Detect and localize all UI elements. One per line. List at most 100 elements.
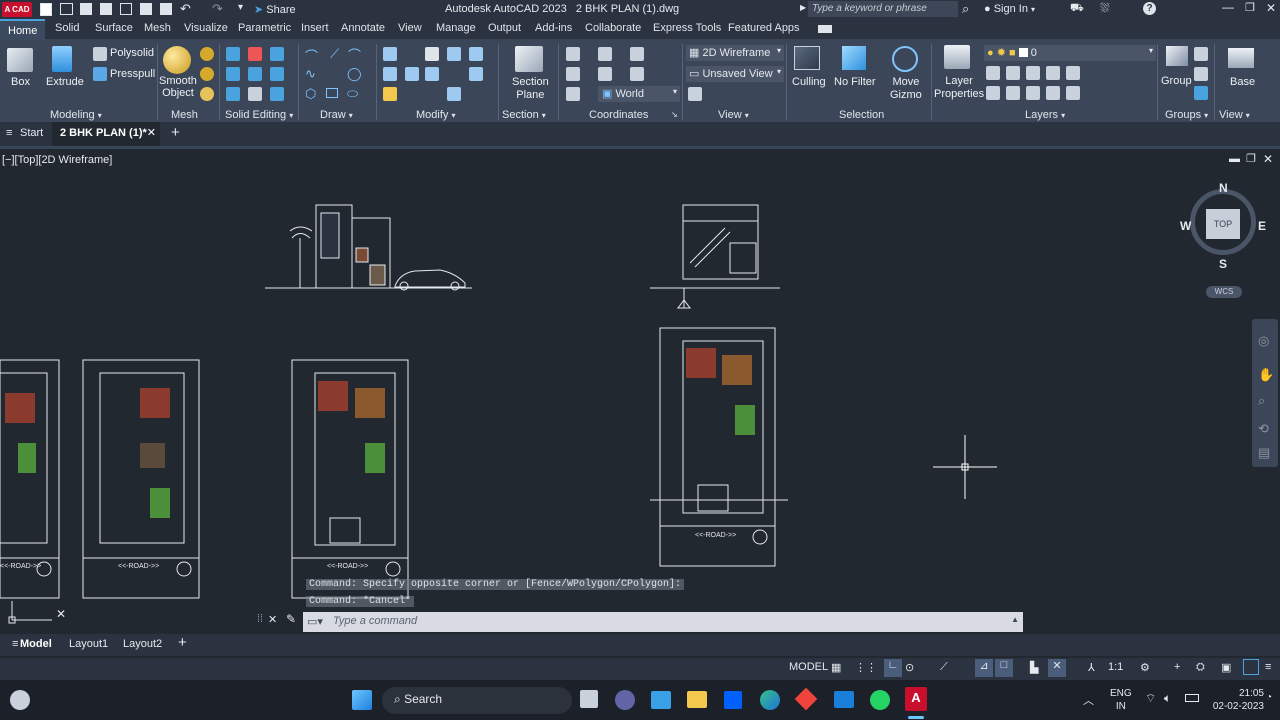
panel-selection[interactable]: Selection [839,109,884,121]
new-tab-icon[interactable]: + [171,124,180,141]
panel-coordinates[interactable]: Coordinates [589,109,648,121]
lineweight-icon[interactable]: ▙ [1030,661,1038,674]
plus-icon[interactable]: + [1174,661,1180,673]
panel-mesh[interactable]: Mesh [171,109,198,121]
tab-featured-apps[interactable]: Featured Apps [728,22,800,34]
ucs-3point-icon[interactable] [566,87,580,101]
panel-modeling[interactable]: Modeling ▾ [50,109,102,121]
open-icon[interactable] [60,3,73,15]
whatsapp-icon[interactable] [870,690,890,710]
tab-add-ins[interactable]: Add-ins [535,22,572,34]
panel-launcher-icon[interactable]: ↘ [671,110,678,119]
box-button[interactable]: Box [11,76,30,88]
tab-collaborate[interactable]: Collaborate [585,22,641,34]
group-select-icon[interactable] [1194,86,1208,100]
restore-icon[interactable]: ❐ [1245,1,1255,14]
menu-icon[interactable]: ≡ [6,127,12,139]
layer-tool-3-icon[interactable] [1026,66,1040,80]
hardware-accel-icon[interactable]: ▣ [1221,661,1231,674]
annotation-scale-value[interactable]: 1:1 [1108,661,1123,673]
viewport-config-icon[interactable] [688,87,702,101]
minimize-icon[interactable]: — [1222,0,1234,14]
workspace-gear-icon[interactable]: ⚙ [1140,661,1150,674]
rotate-icon[interactable] [405,67,419,81]
mail-icon[interactable] [834,691,854,708]
customize-menu-icon[interactable]: ≡ [1265,661,1271,673]
line-icon[interactable]: ⌒ [305,46,318,65]
layer-tool-7-icon[interactable] [1006,86,1020,100]
sign-in-button[interactable]: ● Sign In ▾ [984,3,1035,15]
annotation-scale-icon[interactable]: ⅄ [1088,661,1095,674]
ucs-dropdown[interactable]: ▣ World ▾ [598,86,680,102]
close-tab-icon[interactable]: ✕ [147,126,156,139]
ortho-icon[interactable]: ∟ [884,659,902,677]
panel-layers[interactable]: Layers ▾ [1025,109,1065,121]
panel-view-2[interactable]: View ▾ [1219,109,1250,121]
array-icon[interactable] [383,67,397,81]
tab-view[interactable]: View [398,22,422,34]
group-button[interactable]: Group [1161,75,1192,87]
teams-icon[interactable] [615,690,635,710]
cart-icon[interactable]: ⛟ [1070,2,1084,16]
interfere-icon[interactable] [248,67,262,81]
move-gizmo-button[interactable]: Move Gizmo [890,76,922,102]
compass-east[interactable]: E [1258,219,1266,233]
layer-tool-4-icon[interactable] [1046,66,1060,80]
ucs-named-icon[interactable] [598,47,612,61]
layer-tool-5-icon[interactable] [1066,66,1080,80]
base-button[interactable]: Base [1230,76,1255,88]
undo-icon[interactable]: ↶ [180,1,191,17]
polyline-icon[interactable]: ⟋ [330,46,339,62]
ucs-y-icon[interactable] [630,67,644,81]
layer-tool-2-icon[interactable] [1006,66,1020,80]
dropbox-icon[interactable] [724,691,742,709]
pan-icon[interactable]: ✋ [1258,367,1274,383]
selection-cycling-icon[interactable]: ✕ [1048,659,1066,677]
visual-style-dropdown[interactable]: ▦ 2D Wireframe ▾ [686,45,784,61]
notification-icon[interactable]: ◔ [1266,692,1272,703]
panel-groups[interactable]: Groups ▾ [1165,109,1208,121]
tab-mesh[interactable]: Mesh [144,22,171,34]
separate-icon[interactable] [270,87,284,101]
layer-tool-10-icon[interactable] [1066,86,1080,100]
otrack-icon[interactable]: □ [995,659,1013,677]
clean-screen-icon[interactable] [1243,659,1259,675]
floor-plan-4[interactable] [650,327,788,567]
mesh-refine-icon[interactable] [200,67,214,81]
plot-icon[interactable] [160,3,172,15]
customize-icon[interactable]: ▾ [238,2,243,13]
circle-icon[interactable]: ◯ [347,66,362,82]
tab-model[interactable]: Model [20,638,52,650]
smooth-object-button[interactable]: Smooth Object [159,75,197,99]
culling-button[interactable]: Culling [792,76,826,88]
tab-layout1[interactable]: Layout1 [69,638,108,650]
web-icon[interactable] [120,3,132,15]
extrude-button[interactable]: Extrude [46,76,84,88]
zoom-icon[interactable]: ⌕ [1258,393,1265,409]
command-input[interactable]: ▭▾ Type a command ▲ [303,612,1023,632]
close-command-icon[interactable]: ✕ [268,613,277,626]
slice-icon[interactable] [248,47,262,61]
customize-command-icon[interactable]: ✎ [286,612,296,626]
orbit-icon[interactable]: ⟲ [1258,421,1269,437]
help-icon[interactable]: ? [1143,2,1156,15]
copy-icon[interactable] [447,47,461,61]
rectangle-icon[interactable] [326,88,338,98]
intersect-icon[interactable] [226,87,240,101]
tab-parametric[interactable]: Parametric [238,22,291,34]
group-edit-icon[interactable] [1194,67,1208,81]
polygon-icon[interactable]: ⬡ [305,86,316,102]
start-icon[interactable] [352,690,372,710]
battery-icon[interactable] [1185,694,1199,702]
move-icon[interactable] [425,47,439,61]
panel-section[interactable]: Section ▾ [502,109,546,121]
layer-tool-8-icon[interactable] [1026,86,1040,100]
tab-insert[interactable]: Insert [301,22,329,34]
wifi-icon[interactable]: ⌔ [1145,691,1156,706]
taskbar-search[interactable]: ⌕ Search [382,687,572,714]
section-view[interactable] [650,204,780,309]
extract-edges-icon[interactable] [270,47,284,61]
gallery-icon[interactable] [651,691,671,709]
connect-icon[interactable]: ⛆ [1100,1,1110,16]
front-elevation[interactable] [265,204,472,291]
